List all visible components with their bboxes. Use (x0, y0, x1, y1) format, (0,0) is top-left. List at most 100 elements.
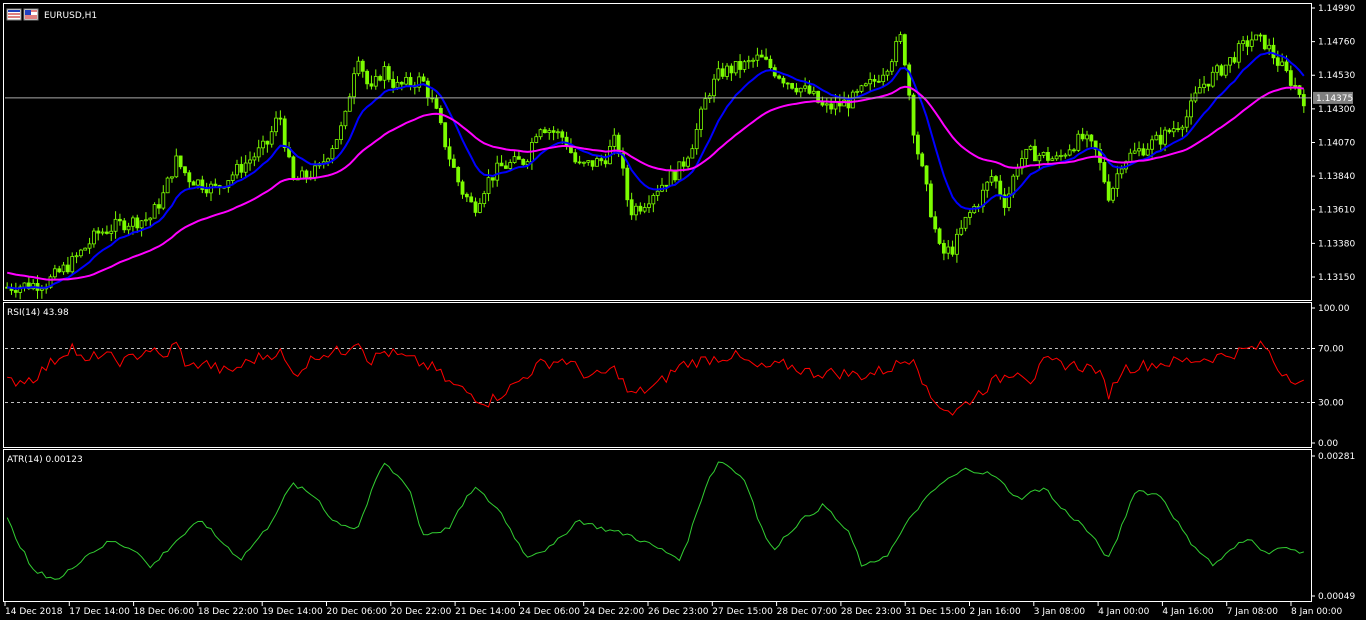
candle-body (907, 64, 912, 96)
price-tick-label: 1.14070 (1318, 138, 1355, 148)
candle-body (399, 81, 404, 85)
candle-body (1206, 83, 1211, 87)
candle-body (629, 199, 634, 216)
candle-body (356, 60, 361, 75)
candle-body (131, 217, 135, 227)
candle-body (495, 162, 500, 181)
candle-body (278, 117, 283, 120)
candle-body (1184, 116, 1189, 128)
chart-window: EURUSD,H1 RSI(14) 43.98 ATR(14) 0.00123 … (0, 0, 1366, 620)
time-tick-label: 7 Jan 08:00 (1227, 607, 1279, 617)
candle-body (712, 78, 716, 97)
candle-body (256, 147, 261, 158)
candle-body (235, 164, 239, 176)
candle-body (1171, 128, 1176, 133)
symbol-title: EURUSD,H1 (44, 11, 97, 21)
candle-body (1249, 39, 1254, 47)
candle-body (673, 170, 677, 181)
candle-body (642, 207, 647, 212)
window-title: EURUSD,H1 (6, 8, 97, 21)
candle-body (577, 161, 582, 164)
candle-body (902, 34, 907, 66)
candle-body (378, 76, 383, 81)
rsi-line (7, 340, 1305, 416)
candle-body (1228, 57, 1233, 66)
candle-body (881, 74, 886, 83)
candle-body (625, 167, 630, 201)
candle-body (790, 83, 795, 89)
candle-body (811, 90, 816, 94)
candle-body (1102, 162, 1107, 183)
atr-tick-label: 0.00281 (1318, 452, 1355, 462)
candle-body (174, 155, 179, 178)
candle-body (1024, 148, 1029, 159)
candle-body (759, 54, 764, 58)
candle-body (1193, 92, 1198, 102)
candle-body (703, 98, 708, 110)
candle-body (52, 268, 57, 278)
time-tick-label: 24 Dec 22:00 (584, 607, 645, 617)
candle-body (699, 108, 703, 130)
candle-body (859, 85, 864, 92)
candle-body (13, 290, 18, 293)
candle-body (334, 139, 339, 149)
time-tick-label: 2 Jan 16:00 (970, 607, 1022, 617)
candle-body (751, 59, 755, 62)
candle-body (499, 162, 504, 167)
price-tick-label: 1.14760 (1318, 38, 1355, 48)
candle-body (1046, 151, 1050, 161)
atr-tick-label: 0.00049 (1318, 592, 1355, 602)
chart-canvas[interactable]: EURUSD,H1 RSI(14) 43.98 ATR(14) 0.00123 … (0, 0, 1366, 620)
price-tick-label: 1.13610 (1318, 206, 1355, 216)
candle-body (599, 158, 604, 162)
candle-body (603, 160, 608, 165)
time-tick-label: 14 Dec 2018 (5, 607, 63, 617)
candle-body (1150, 139, 1154, 150)
candle-body (720, 68, 725, 77)
candle-body (950, 246, 955, 255)
candle-body (313, 165, 317, 179)
candle-body (590, 160, 595, 167)
candle-body (1219, 65, 1224, 76)
candle-body (1280, 61, 1285, 66)
candle-body (1301, 94, 1306, 107)
candle-body (386, 66, 391, 80)
candle-body (1106, 181, 1111, 201)
candle-body (1137, 148, 1141, 152)
candle-body (326, 158, 330, 163)
price-tick-label: 1.14990 (1318, 4, 1355, 14)
time-tick-label: 27 Dec 15:00 (712, 607, 773, 617)
candle-body (1258, 34, 1263, 37)
candle-body (443, 122, 448, 148)
candle-body (109, 230, 114, 234)
candle-body (122, 220, 127, 231)
candle-body (538, 129, 543, 138)
time-tick-label: 28 Dec 07:00 (777, 607, 838, 617)
candle-body (872, 79, 877, 82)
candle-body (261, 140, 265, 149)
candle-body (1119, 168, 1124, 175)
candle-body (92, 230, 96, 245)
candle-body (1145, 148, 1150, 156)
candle-body (382, 66, 387, 81)
candle-body (157, 204, 161, 209)
candle-body (820, 102, 825, 106)
candle-body (690, 148, 695, 159)
candle-body (135, 217, 140, 229)
rsi-tick-label: 30.00 (1318, 399, 1344, 409)
candle-body (1223, 64, 1228, 76)
candle-body (894, 41, 899, 63)
candle-body (451, 158, 456, 168)
time-tick-label: 17 Dec 14:00 (69, 607, 130, 617)
candle-body (547, 130, 552, 134)
candle-body (968, 212, 972, 218)
time-tick-label: 8 Jan 00:00 (1291, 607, 1343, 617)
candle-body (863, 83, 868, 87)
candle-body (742, 61, 747, 70)
price-tick-label: 1.13380 (1318, 239, 1355, 249)
candle-body (1063, 154, 1068, 157)
candle-body (534, 136, 539, 143)
candle-body (573, 152, 578, 163)
candle-body (126, 225, 131, 231)
current-price-label: 1.14375 (1316, 94, 1353, 104)
